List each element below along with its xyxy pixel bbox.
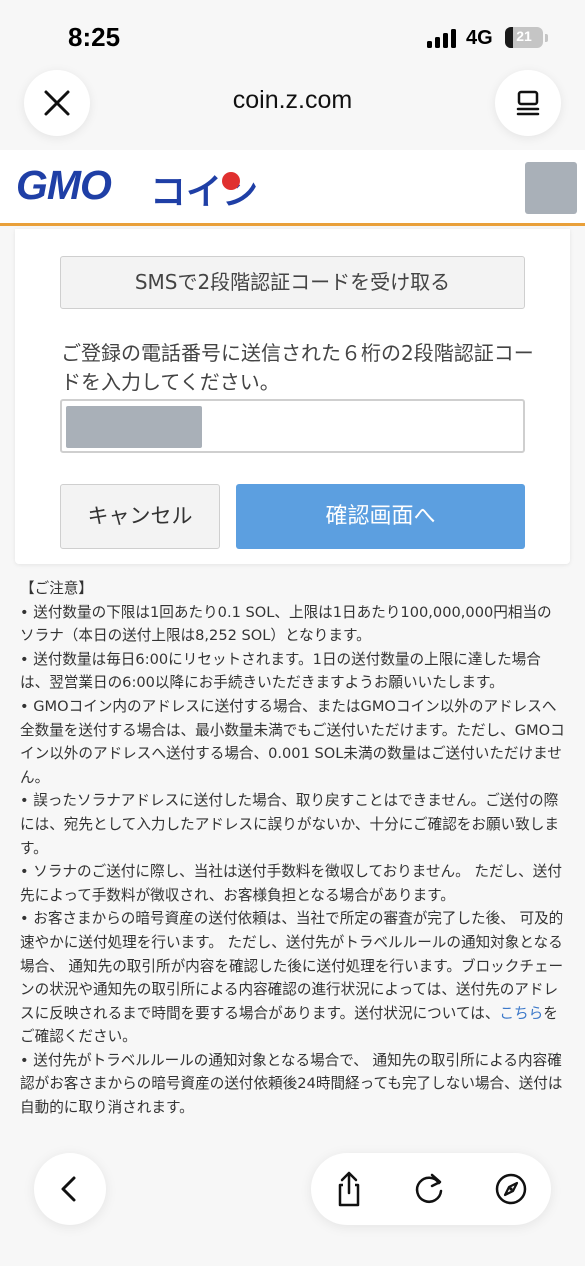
close-icon (44, 90, 70, 116)
cancel-button[interactable]: キャンセル (60, 484, 220, 549)
note-item: • 送付数量の下限は1回あたり0.1 SOL、上限は1日あたり100,000,0… (20, 603, 552, 645)
logo-dot (222, 172, 240, 190)
notes-section: 【ご注意】 • 送付数量の下限は1回あたり0.1 SOL、上限は1日あたり100… (20, 577, 565, 1120)
share-icon[interactable] (329, 1169, 369, 1209)
notes-heading: 【ご注意】 (20, 580, 93, 597)
sms-code-button[interactable]: SMSで2段階認証コードを受け取る (60, 256, 525, 309)
network-label: 4G (466, 27, 493, 49)
code-instruction: ご登録の電話番号に送信された６桁の2段階認証コードを入力してください。 (61, 341, 534, 394)
note-item: • 送付数量は毎日6:00にリセットされます。1日の送付数量の上限に達した場合は… (20, 650, 541, 692)
tabs-icon (516, 90, 540, 116)
note-item: • GMOコイン内のアドレスに送付する場合、またはGMOコイン以外のアドレスへ全… (20, 697, 565, 786)
compass-icon[interactable] (491, 1169, 531, 1209)
note-item: • 送付先がトラベルルールの通知対象となる場合で、 通知先の取引所による内容確認… (20, 1051, 563, 1117)
close-button[interactable] (24, 70, 90, 136)
status-bar: 8:25 4G 21 (0, 0, 585, 74)
two-factor-form: SMSで2段階認証コードを受け取る ご登録の電話番号に送信された６桁の2段階認証… (15, 229, 570, 564)
status-link[interactable]: こちら (499, 1005, 543, 1022)
logo-coin[interactable]: コイン (150, 163, 258, 215)
note-item: • ソラナのご送付に際し、当社は送付手数料を徴収しておりません。 ただし、送付先… (20, 863, 562, 904)
battery-icon: 21 (505, 27, 543, 48)
code-input[interactable] (60, 399, 525, 453)
reload-icon[interactable] (409, 1169, 449, 1209)
confirm-button[interactable]: 確認画面へ (236, 484, 525, 549)
toolbar-pill (311, 1153, 551, 1225)
status-time: 8:25 (68, 22, 121, 52)
browser-toolbar (0, 1130, 585, 1266)
back-icon (61, 1176, 76, 1202)
tabs-button[interactable] (495, 70, 561, 136)
redacted-code (66, 406, 202, 448)
site-header: GMO コイン (0, 150, 585, 226)
note-text: • お客さまからの暗号資産の送付依頼は、当社で所定の審査が完了した後、 可及的速… (20, 910, 564, 1022)
battery-cap (545, 34, 548, 42)
signal-icon (427, 28, 459, 48)
battery-level: 21 (516, 28, 532, 44)
menu-button[interactable] (525, 162, 577, 214)
url-bar[interactable]: coin.z.com (150, 86, 435, 115)
note-item: • お客さまからの暗号資産の送付依頼は、当社で所定の審査が完了した後、 可及的速… (20, 907, 565, 1049)
logo-gmo[interactable]: GMO (16, 162, 112, 209)
note-item: • 誤ったソラナアドレスに送付した場合、取り戻すことはできません。ご送付の際には… (20, 792, 559, 857)
back-button[interactable] (34, 1153, 106, 1225)
